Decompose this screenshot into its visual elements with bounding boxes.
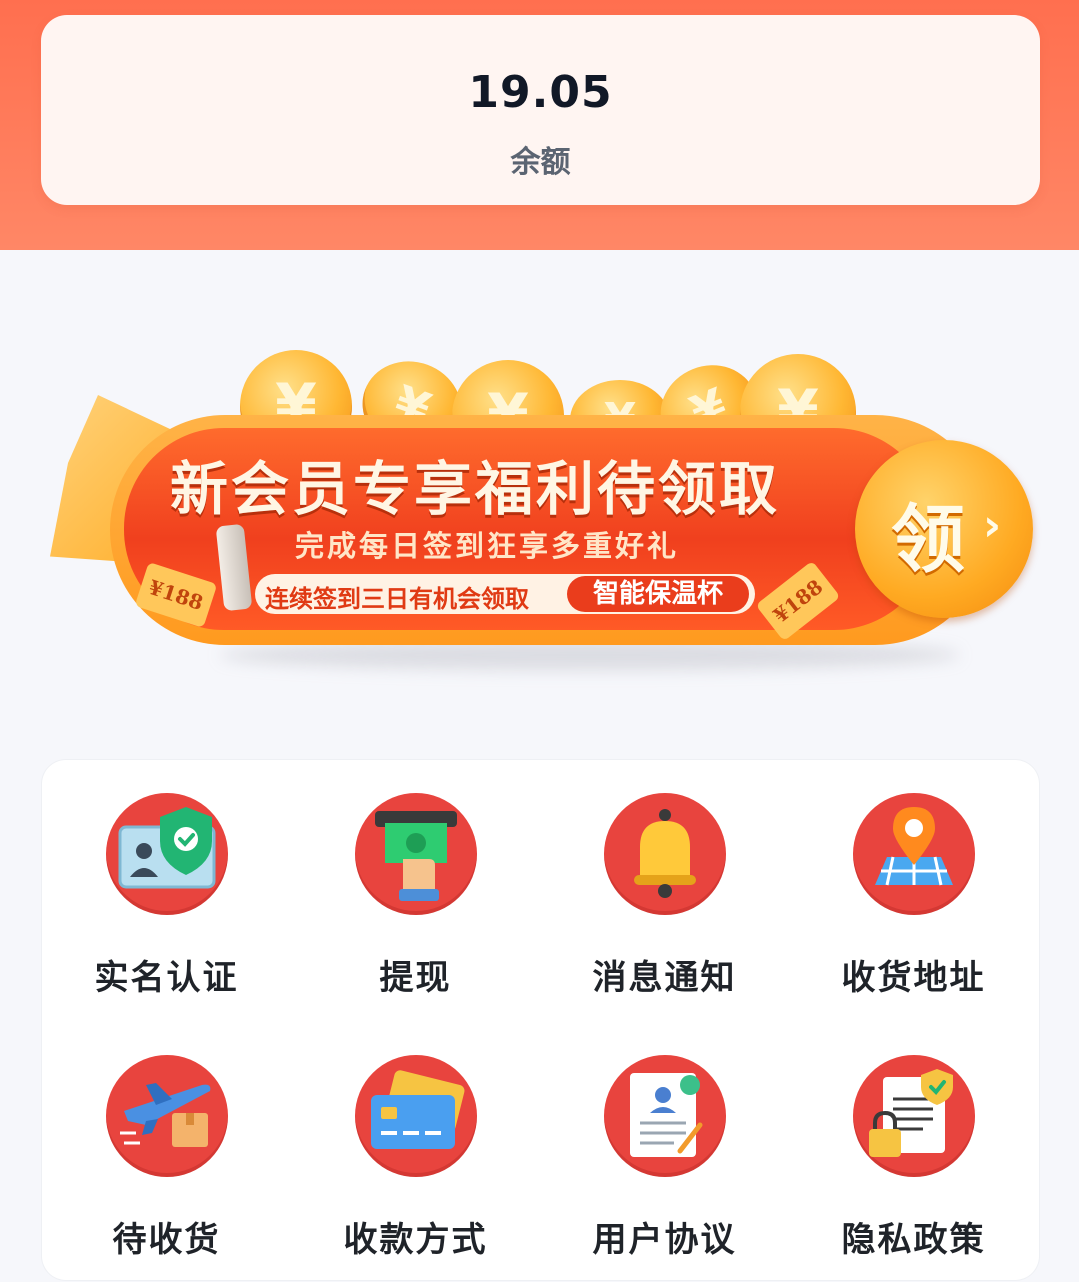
grid-item-address[interactable]: 收货地址 [789,760,1038,1020]
claim-label: 领 [891,497,965,583]
grid-item-payment-method[interactable]: 收款方式 [291,1022,540,1282]
balance-amount: 19.05 [468,67,613,118]
id-card-shield-icon [118,807,216,889]
grid-item-withdraw[interactable]: 提现 [291,760,540,1020]
map-pin-icon [875,807,953,886]
contract-document-icon [630,1073,703,1157]
claim-button[interactable]: 领 › [855,440,1033,618]
cash-withdraw-icon [375,811,457,901]
grid-item-label: 收款方式 [343,1220,488,1260]
banner-title: 新会员专享福利待领取 [170,455,781,523]
grid-item-label: 待收货 [112,1220,221,1260]
promo-banner[interactable]: ¥ ¥ ¥ ¥ ¥ ¥ ¥188 ¥188 新会员专享福利待领取 完成每日签到狂… [40,340,1040,700]
banner-subtitle: 完成每日签到狂享多重好礼 [295,529,680,563]
balance-label: 余额 [510,145,571,180]
grid-item-real-name[interactable]: 实名认证 [42,760,291,1020]
grid-item-label: 用户协议 [592,1220,737,1260]
grid-item-label: 实名认证 [94,958,239,998]
grid-item-label: 提现 [379,958,452,998]
function-grid: 实名认证 提现 消息通知 收货地址 待收货 收款方式 用户协议 隐私政策 [42,760,1039,1280]
grid-item-user-agreement[interactable]: 用户协议 [540,1022,789,1282]
airplane-package-icon [120,1083,211,1147]
banner-pill: 连续签到三日有机会领取 智能保温杯 [255,574,755,614]
balance-card[interactable]: 19.05 余额 [41,15,1040,205]
grid-item-label: 消息通知 [592,958,737,998]
pill-text: 连续签到三日有机会领取 [265,585,529,613]
grid-item-label: 隐私政策 [841,1220,986,1260]
grid-item-label: 收货地址 [841,958,986,998]
privacy-lock-document-icon [869,1069,953,1157]
chevron-right-icon: › [983,500,1002,551]
grid-item-privacy-policy[interactable]: 隐私政策 [789,1022,1038,1282]
bell-icon [634,809,696,898]
grid-item-pending-delivery[interactable]: 待收货 [42,1022,291,1282]
grid-item-notifications[interactable]: 消息通知 [540,760,789,1020]
pill-tag: 智能保温杯 [567,576,749,612]
credit-card-icon [371,1070,465,1149]
